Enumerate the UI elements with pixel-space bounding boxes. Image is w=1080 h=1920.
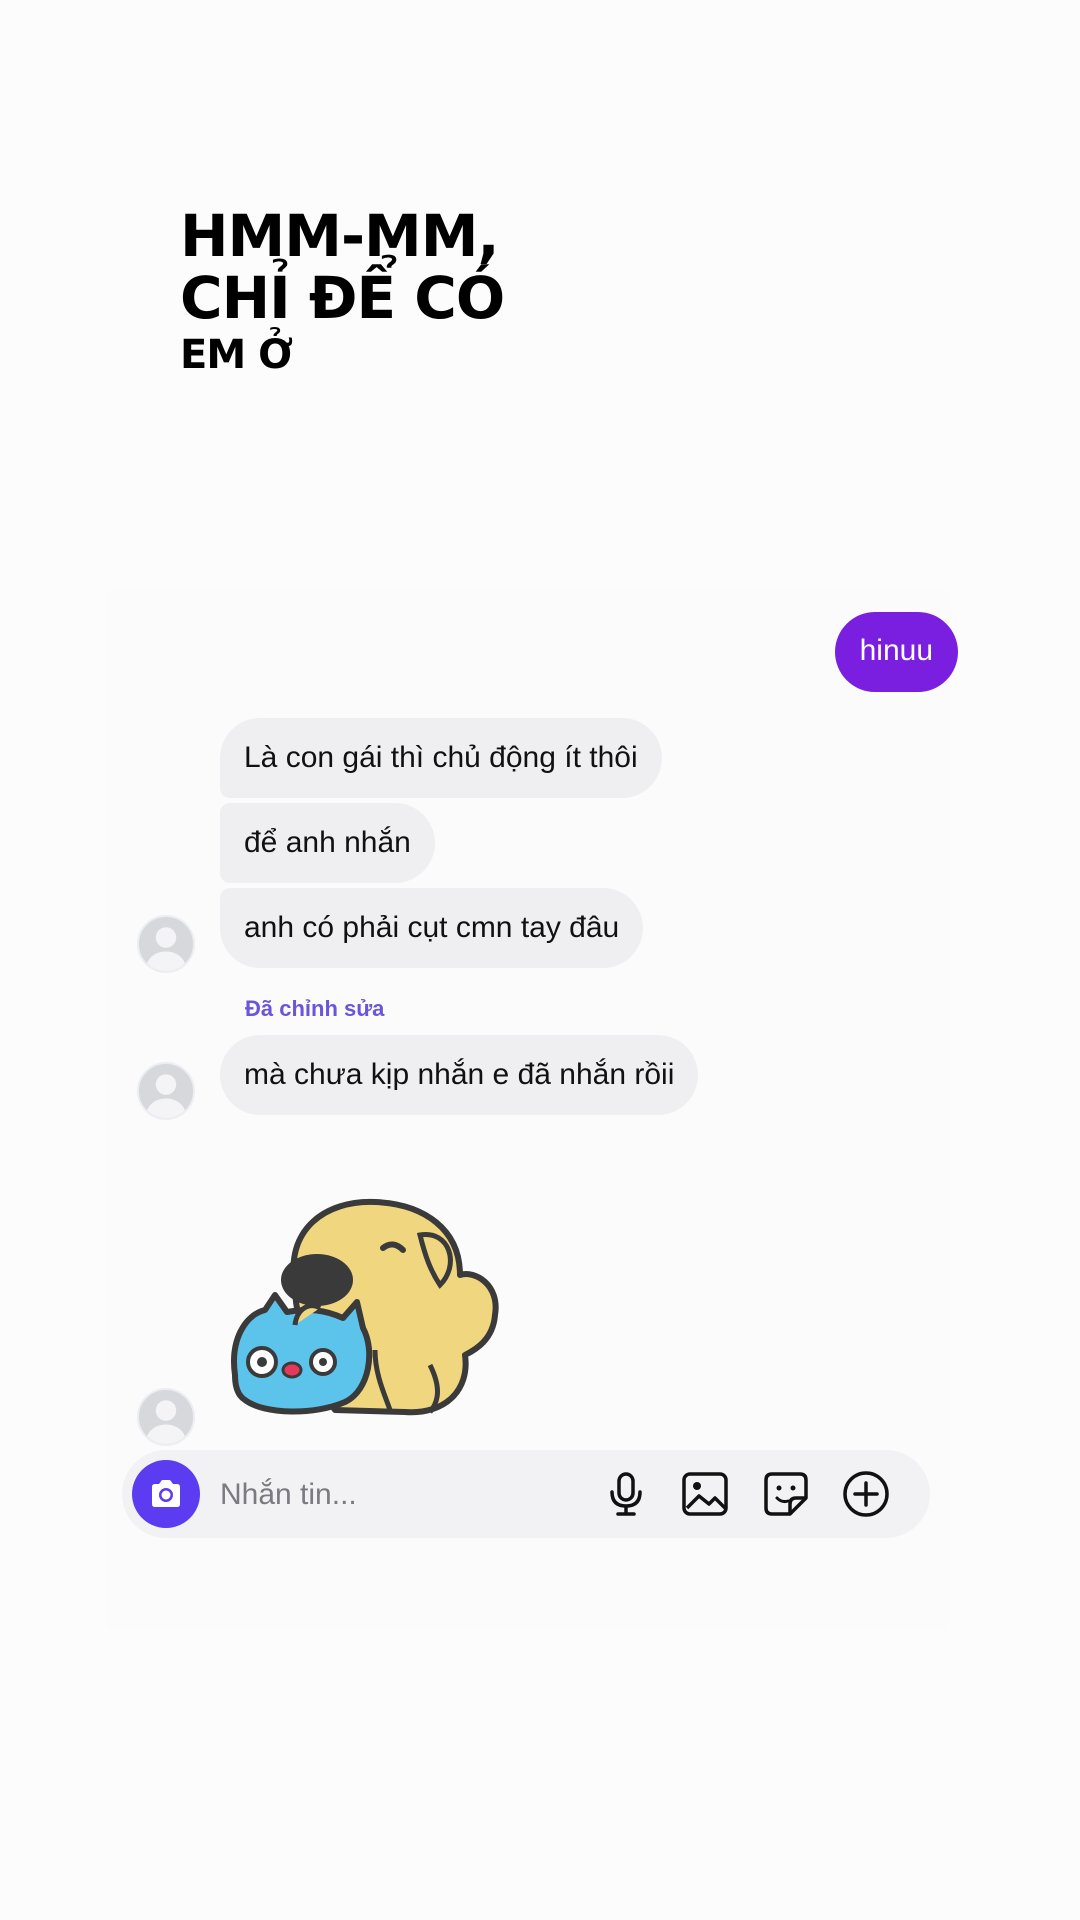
image-icon bbox=[682, 1472, 728, 1516]
edited-label: Đã chỉnh sửa bbox=[245, 996, 385, 1021]
camera-icon bbox=[152, 1480, 180, 1507]
microphone-button[interactable] bbox=[600, 1468, 652, 1520]
sticker-button[interactable] bbox=[760, 1468, 812, 1520]
caption-line-1: HMM-MM, bbox=[180, 202, 500, 270]
gallery-button[interactable] bbox=[679, 1468, 731, 1520]
caption-line-3: EM Ở bbox=[180, 332, 293, 378]
incoming-message-edited[interactable]: mà chưa kịp nhắn e đã nhắn rồii bbox=[220, 1035, 699, 1115]
sender-avatar[interactable] bbox=[137, 1062, 195, 1120]
incoming-message[interactable]: để anh nhắn bbox=[220, 803, 435, 883]
caption-line-2: CHỈ ĐỂ CÓ bbox=[180, 264, 505, 332]
video-caption: HMM-MM, CHỈ ĐỂ CÓ EM Ở bbox=[180, 202, 505, 381]
outgoing-message[interactable]: hinuu bbox=[834, 612, 958, 692]
camera-button[interactable] bbox=[132, 1460, 200, 1528]
sticker-icon bbox=[764, 1472, 808, 1516]
sender-avatar[interactable] bbox=[137, 915, 195, 973]
incoming-message[interactable]: Là con gái thì chủ động ít thôi bbox=[220, 718, 662, 798]
more-button[interactable] bbox=[840, 1468, 892, 1520]
incoming-message[interactable]: anh có phải cụt cmn tay đâu bbox=[220, 888, 644, 968]
sender-avatar[interactable] bbox=[137, 1388, 195, 1446]
microphone-icon bbox=[610, 1472, 642, 1516]
plus-icon bbox=[843, 1471, 889, 1517]
dog-cat-sticker[interactable] bbox=[225, 1190, 535, 1430]
message-input[interactable]: Nhắn tin... bbox=[220, 1478, 357, 1512]
message-composer: Nhắn tin... bbox=[122, 1450, 930, 1538]
